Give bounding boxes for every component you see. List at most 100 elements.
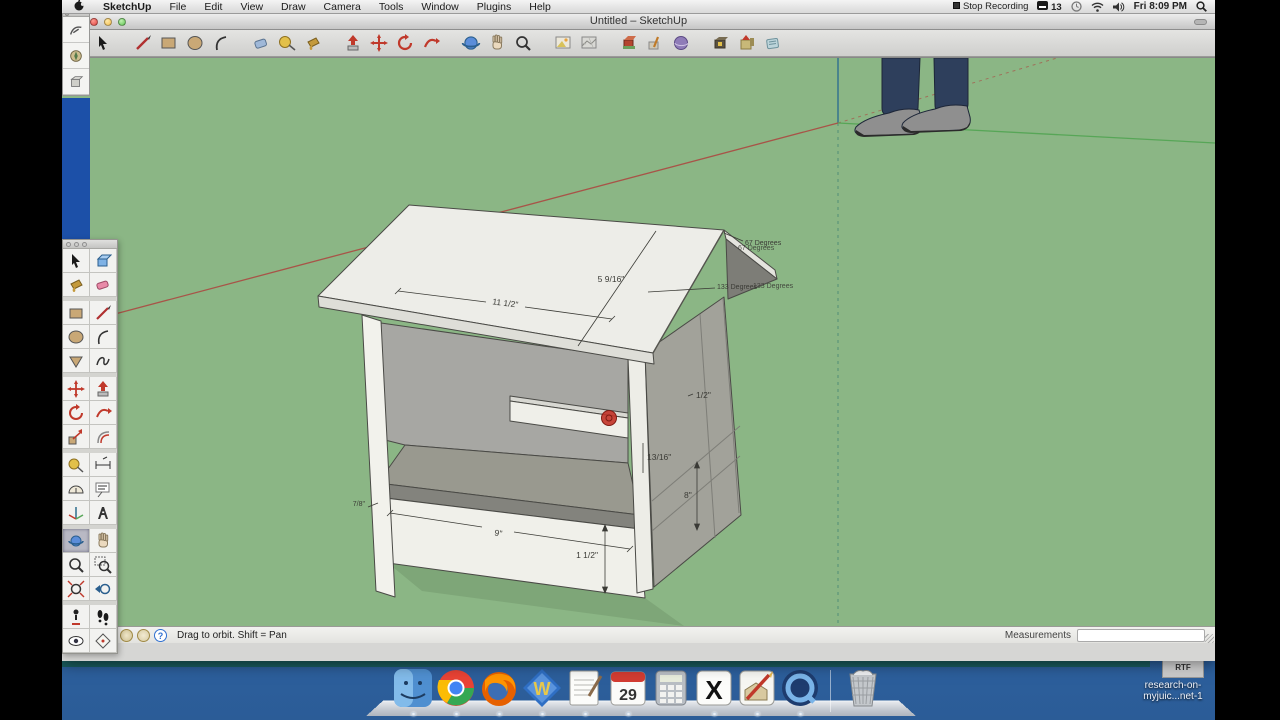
zoom-window-tool[interactable] [90, 553, 117, 577]
dock-finder-icon[interactable] [393, 668, 433, 708]
eraser-tool-button[interactable] [250, 32, 272, 54]
toggle-terrain-button[interactable] [578, 32, 600, 54]
input-menu-item[interactable]: 13 [1037, 0, 1062, 13]
previous-view-tool[interactable] [90, 577, 117, 601]
follow-me-button[interactable] [420, 32, 442, 54]
zoom-tool-button[interactable] [512, 32, 534, 54]
stop-recording-item[interactable]: Stop Recording [953, 1, 1028, 12]
circle-tool-button[interactable] [184, 32, 206, 54]
position-camera-tool[interactable] [63, 605, 90, 629]
rotate-tool-button[interactable] [394, 32, 416, 54]
axes-tool[interactable] [63, 501, 90, 525]
wifi-icon[interactable] [1091, 2, 1104, 12]
scale-tool[interactable] [63, 425, 90, 449]
menu-draw[interactable]: Draw [272, 1, 315, 13]
birdhouse-model[interactable] [317, 204, 778, 626]
circle-tool[interactable] [63, 325, 90, 349]
menu-help[interactable]: Help [520, 1, 560, 13]
dock-textedit-icon[interactable] [565, 668, 605, 708]
select-tool-button[interactable] [92, 32, 114, 54]
person-figure[interactable] [854, 58, 971, 137]
menu-sketchup[interactable]: SketchUp [94, 1, 160, 13]
orbit-tool-button[interactable] [460, 32, 482, 54]
photo-textures-button[interactable] [618, 32, 640, 54]
share-model-button[interactable] [736, 32, 758, 54]
paint-bucket-tool[interactable] [63, 273, 90, 297]
eraser-tool[interactable] [90, 273, 117, 297]
rectangle-tool[interactable] [63, 301, 90, 325]
clock-icon[interactable] [1070, 1, 1082, 12]
toolbar-toggle-lozenge[interactable] [1194, 19, 1207, 25]
pan-tool-button[interactable] [486, 32, 508, 54]
line-tool[interactable] [90, 301, 117, 325]
dock-trash-icon[interactable] [843, 668, 883, 708]
spotlight-icon[interactable] [1196, 1, 1207, 12]
menu-camera[interactable]: Camera [315, 1, 370, 13]
arc-tool[interactable] [90, 325, 117, 349]
rtf-file-label[interactable]: research-on- myjuic...net-1 [1132, 680, 1214, 702]
viewport[interactable]: 11 1/2" 5 9/16" 67 Degrees 67 Degrees 13… [62, 57, 1215, 643]
make-component-tool[interactable] [90, 249, 117, 273]
geolocation-icon[interactable] [120, 629, 133, 642]
text-tool[interactable] [90, 477, 117, 501]
dock-chrome-icon[interactable] [436, 668, 476, 708]
tape-measure-button[interactable] [276, 32, 298, 54]
look-around-tool[interactable] [63, 629, 90, 653]
follow-me-tool[interactable] [90, 401, 117, 425]
zoom-window-button[interactable] [118, 18, 126, 26]
move-tool[interactable] [63, 377, 90, 401]
dock-w-app-icon[interactable]: W [522, 668, 562, 708]
dock-x11-icon[interactable]: X [694, 668, 734, 708]
mini-pan-icon[interactable] [63, 17, 89, 43]
zoom-tool[interactable] [63, 553, 90, 577]
move-tool-button[interactable] [368, 32, 390, 54]
line-tool-button[interactable] [132, 32, 154, 54]
paint-bucket-button[interactable] [302, 32, 324, 54]
volume-icon[interactable] [1112, 1, 1125, 12]
polygon-tool[interactable] [63, 349, 90, 373]
get-models-button[interactable] [710, 32, 732, 54]
dock-firefox-icon[interactable] [479, 668, 519, 708]
dock-quicktime-icon[interactable] [780, 668, 820, 708]
menu-tools[interactable]: Tools [370, 1, 413, 13]
menu-clock[interactable]: Fri 8:09 PM [1134, 1, 1187, 12]
resize-grip[interactable] [1205, 634, 1214, 643]
viewport-canvas[interactable]: 11 1/2" 5 9/16" 67 Degrees 67 Degrees 13… [62, 58, 1215, 643]
dimension-tool[interactable] [90, 453, 117, 477]
credits-icon[interactable] [137, 629, 150, 642]
3d-text-tool[interactable] [90, 501, 117, 525]
mini-box-icon[interactable] [63, 69, 89, 95]
freehand-tool[interactable] [90, 349, 117, 373]
minimize-button[interactable] [104, 18, 112, 26]
dock-ical-icon[interactable]: 29 [608, 668, 648, 708]
menu-edit[interactable]: Edit [195, 1, 231, 13]
mini-compass-icon[interactable] [63, 43, 89, 69]
dock-calculator-icon[interactable] [651, 668, 691, 708]
section-plane-tool[interactable] [90, 629, 117, 653]
protractor-tool[interactable] [63, 477, 90, 501]
menu-window[interactable]: Window [412, 1, 467, 13]
menu-plugins[interactable]: Plugins [468, 1, 520, 13]
window-title-bar[interactable]: Untitled – SketchUp [62, 14, 1215, 30]
pan-tool[interactable] [90, 529, 117, 553]
rotate-tool[interactable] [63, 401, 90, 425]
select-tool[interactable] [63, 249, 90, 273]
offset-tool[interactable] [90, 425, 117, 449]
push-pull-button[interactable] [342, 32, 364, 54]
menu-file[interactable]: File [160, 1, 195, 13]
close-button[interactable] [90, 18, 98, 26]
arc-tool-button[interactable] [210, 32, 232, 54]
zoom-extents-tool[interactable] [63, 577, 90, 601]
dock-sketchup-icon[interactable] [737, 668, 777, 708]
menu-view[interactable]: View [231, 1, 272, 13]
push-pull-tool[interactable] [90, 377, 117, 401]
match-photo-button[interactable] [644, 32, 666, 54]
model-info-button[interactable] [762, 32, 784, 54]
apple-menu-icon[interactable] [74, 0, 85, 14]
walk-tool[interactable] [90, 605, 117, 629]
add-location-button[interactable] [552, 32, 574, 54]
help-icon[interactable]: ? [154, 629, 167, 642]
preview-model-button[interactable] [670, 32, 692, 54]
measurements-input[interactable] [1077, 629, 1205, 642]
orbit-tool[interactable] [63, 529, 90, 553]
